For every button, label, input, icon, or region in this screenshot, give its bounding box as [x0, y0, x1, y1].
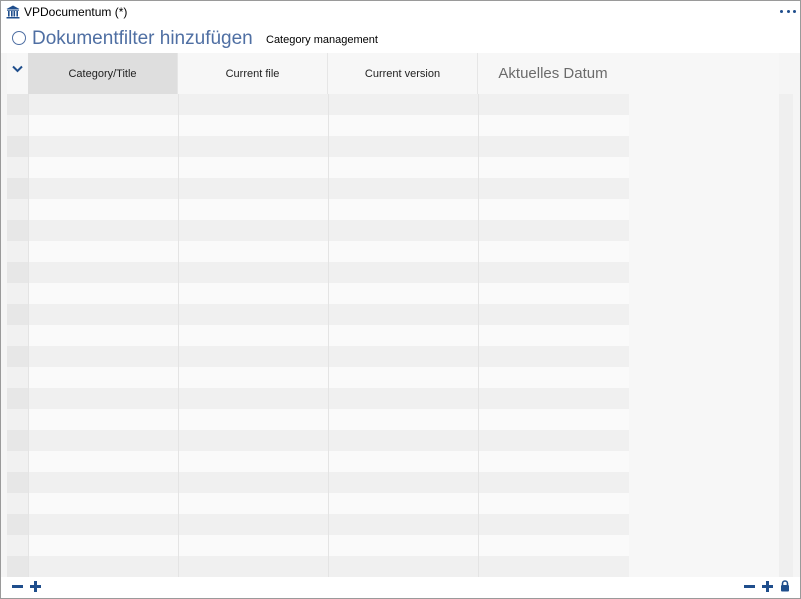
section-subtitle: Category management: [266, 34, 378, 46]
table-row[interactable]: [7, 514, 629, 535]
table-row[interactable]: [7, 136, 629, 157]
column-divider: [28, 94, 29, 577]
table-row[interactable]: [7, 367, 629, 388]
category-grid: Category/Title Current file Current vers…: [7, 53, 629, 577]
column-divider: [178, 94, 179, 577]
column-divider: [328, 94, 329, 577]
row-gutter: [7, 178, 28, 199]
table-row[interactable]: [7, 430, 629, 451]
filter-link-label: Dokumentfilter hinzufügen: [32, 28, 253, 49]
row-gutter: [7, 367, 28, 388]
grid-empty-area: [629, 53, 779, 577]
table-row[interactable]: [7, 94, 629, 115]
row-gutter: [7, 535, 28, 556]
row-gutter: [7, 262, 28, 283]
plus-icon: [29, 580, 41, 592]
column-header-category-title[interactable]: Category/Title: [28, 53, 178, 94]
lock-button[interactable]: [779, 579, 791, 593]
table-row[interactable]: [7, 346, 629, 367]
more-dot: [793, 9, 796, 13]
circle-icon: [12, 31, 26, 45]
minus-icon: [743, 584, 755, 588]
app-name: VPDocumentum: [24, 5, 112, 19]
row-gutter: [7, 94, 28, 115]
table-row[interactable]: [7, 535, 629, 556]
more-options-button[interactable]: [780, 4, 796, 18]
row-gutter: [7, 136, 28, 157]
bank-building-icon: [6, 5, 20, 19]
table-row[interactable]: [7, 199, 629, 220]
table-row[interactable]: [7, 220, 629, 241]
footer-toolbar: [1, 577, 800, 598]
column-header-current-version[interactable]: Current version: [328, 53, 478, 94]
minus-icon: [11, 584, 23, 588]
row-gutter: [7, 199, 28, 220]
table-row[interactable]: [7, 241, 629, 262]
row-gutter: [7, 115, 28, 136]
row-gutter: [7, 346, 28, 367]
vertical-scrollbar[interactable]: [779, 94, 793, 577]
table-row[interactable]: [7, 304, 629, 325]
app-window: VPDocumentum (*) Dokumentfilter hinzufüg…: [0, 0, 801, 599]
add-document-filter-link[interactable]: Dokumentfilter hinzufügen: [12, 28, 253, 50]
table-row[interactable]: [7, 157, 629, 178]
title-bar: VPDocumentum (*): [1, 1, 800, 23]
column-header-current-date[interactable]: Aktuelles Datum: [478, 53, 628, 94]
modified-marker: (*): [114, 5, 128, 19]
row-gutter: [7, 493, 28, 514]
grid-rows: [7, 94, 629, 577]
lock-icon: [781, 580, 789, 592]
row-gutter: [7, 220, 28, 241]
table-row[interactable]: [7, 283, 629, 304]
table-row[interactable]: [7, 178, 629, 199]
collapse-all-button[interactable]: [7, 53, 28, 94]
remove-button-right[interactable]: [743, 579, 755, 593]
row-gutter: [7, 304, 28, 325]
column-header-current-file[interactable]: Current file: [178, 53, 328, 94]
remove-button[interactable]: [11, 579, 23, 593]
row-gutter: [7, 451, 28, 472]
table-row[interactable]: [7, 115, 629, 136]
row-gutter: [7, 325, 28, 346]
plus-icon: [761, 580, 773, 592]
row-gutter: [7, 430, 28, 451]
add-button-right[interactable]: [761, 579, 773, 593]
window-title: VPDocumentum (*): [24, 5, 127, 19]
row-gutter: [7, 514, 28, 535]
table-row[interactable]: [7, 493, 629, 514]
more-dot: [786, 9, 790, 13]
table-row[interactable]: [7, 451, 629, 472]
row-gutter: [7, 157, 28, 178]
table-row[interactable]: [7, 472, 629, 493]
column-divider: [478, 94, 479, 577]
table-row[interactable]: [7, 388, 629, 409]
table-row[interactable]: [7, 262, 629, 283]
row-gutter: [7, 472, 28, 493]
chevron-down-icon: [12, 65, 23, 73]
more-dots-icon: [780, 9, 783, 13]
grid-header-row: Category/Title Current file Current vers…: [7, 53, 629, 94]
table-row[interactable]: [7, 556, 629, 577]
row-gutter: [7, 241, 28, 262]
row-gutter: [7, 409, 28, 430]
row-gutter: [7, 556, 28, 577]
add-button[interactable]: [29, 579, 41, 593]
table-row[interactable]: [7, 409, 629, 430]
table-row[interactable]: [7, 325, 629, 346]
row-gutter: [7, 283, 28, 304]
row-gutter: [7, 388, 28, 409]
